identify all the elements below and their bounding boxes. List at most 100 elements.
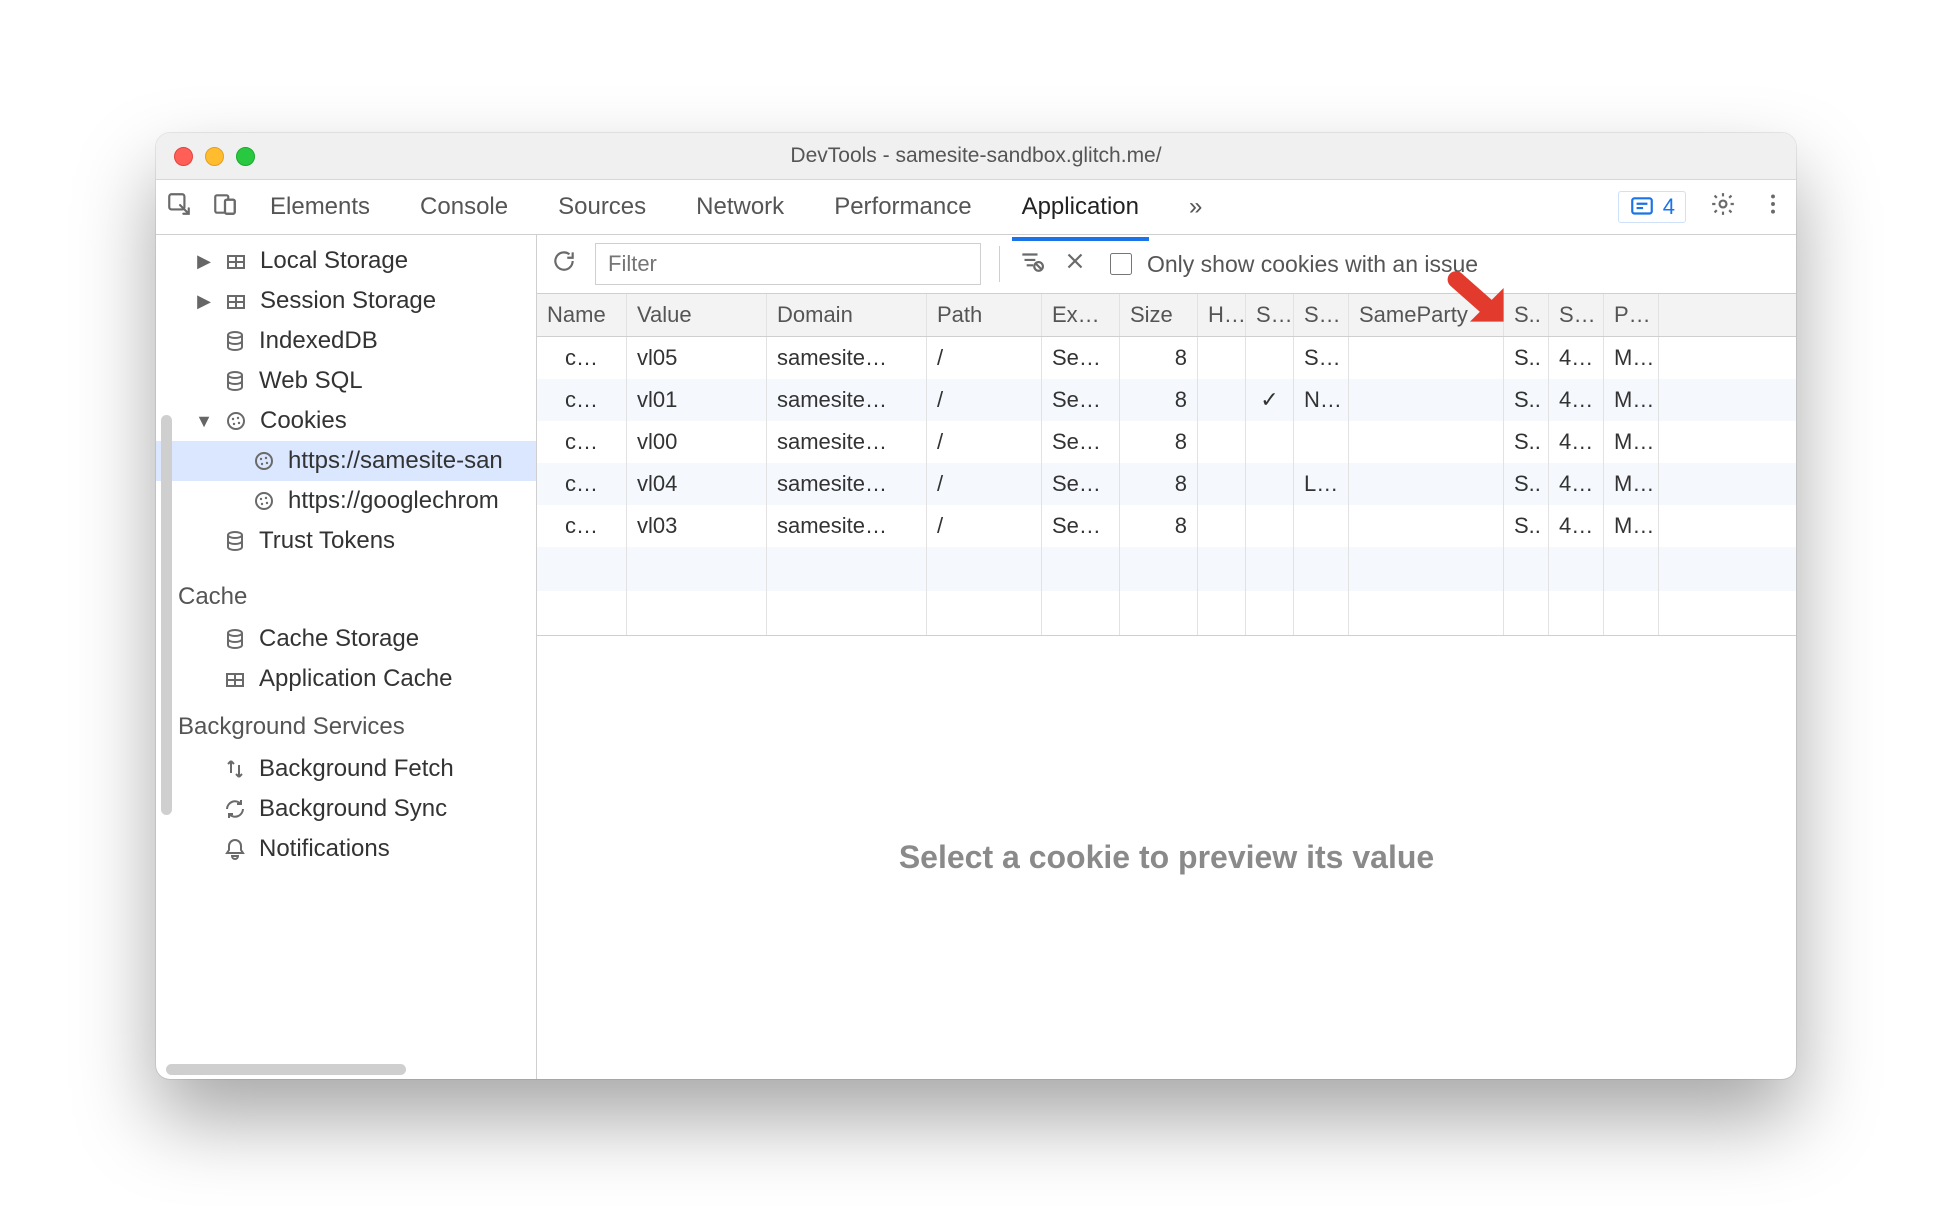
- traffic-lights: [174, 147, 255, 166]
- devtools-tabs-row: Elements Console Sources Network Perform…: [156, 180, 1796, 235]
- table-row[interactable]: c… vl04 samesite… / Se… 8 L… S.. 4… M…: [537, 463, 1796, 505]
- issues-button[interactable]: 4: [1618, 191, 1686, 223]
- only-issues-checkbox[interactable]: Only show cookies with an issue: [1106, 250, 1478, 278]
- tabs-overflow[interactable]: »: [1185, 183, 1206, 231]
- disclosure-right-icon: ▶: [196, 291, 212, 312]
- sidebar-item-label: Background Fetch: [259, 755, 454, 783]
- col-secure[interactable]: S…: [1246, 294, 1294, 336]
- database-icon: [223, 329, 247, 353]
- database-icon: [223, 529, 247, 553]
- col-domain[interactable]: Domain: [767, 294, 927, 336]
- tab-console[interactable]: Console: [416, 183, 512, 231]
- sidebar-item-trust-tokens[interactable]: Trust Tokens: [156, 521, 536, 561]
- database-icon: [223, 369, 247, 393]
- only-issues-checkbox-input[interactable]: [1110, 253, 1132, 275]
- table-row[interactable]: c… vl00 samesite… / Se… 8 S.. 4… M…: [537, 421, 1796, 463]
- sidebar-item-local-storage[interactable]: ▶ Local Storage: [156, 241, 536, 281]
- disclosure-right-icon: ▶: [196, 251, 212, 272]
- sidebar-item-label: IndexedDB: [259, 327, 378, 355]
- storage-grid-icon: [224, 249, 248, 273]
- col-samesite[interactable]: S…: [1294, 294, 1349, 336]
- mac-titlebar: DevTools - samesite-sandbox.glitch.me/: [156, 133, 1796, 180]
- sidebar-item-label: Application Cache: [259, 665, 452, 693]
- clear-filtered-icon[interactable]: [1018, 248, 1044, 280]
- settings-gear-icon[interactable]: [1710, 191, 1736, 224]
- minimize-window-button[interactable]: [205, 147, 224, 166]
- sidebar-item-label: Cache Storage: [259, 625, 419, 653]
- cookie-preview-empty: Select a cookie to preview its value: [537, 636, 1796, 1079]
- col-size[interactable]: Size: [1120, 294, 1198, 336]
- storage-grid-icon: [223, 667, 247, 691]
- col-value[interactable]: Value: [627, 294, 767, 336]
- sidebar-item-label: Trust Tokens: [259, 527, 395, 555]
- col-s1[interactable]: S..: [1504, 294, 1549, 336]
- sidebar-item-label: Cookies: [260, 407, 347, 435]
- sidebar-item-label: Notifications: [259, 835, 390, 863]
- sidebar-item-notifications[interactable]: Notifications: [156, 829, 536, 869]
- sidebar-item-label: Web SQL: [259, 367, 363, 395]
- only-issues-label: Only show cookies with an issue: [1147, 251, 1478, 278]
- sidebar-item-cookie-origin[interactable]: https://googlechrom: [156, 481, 536, 521]
- sidebar-item-label: Background Sync: [259, 795, 447, 823]
- sync-icon: [223, 797, 247, 821]
- col-s2[interactable]: S…: [1549, 294, 1604, 336]
- cookies-panel: Only show cookies with an issue Name Val…: [537, 235, 1796, 1079]
- table-row-empty: [537, 591, 1796, 635]
- sidebar-item-session-storage[interactable]: ▶ Session Storage: [156, 281, 536, 321]
- tab-elements[interactable]: Elements: [266, 183, 374, 231]
- table-row-empty: [537, 547, 1796, 591]
- sidebar-scrollbar-v[interactable]: [161, 415, 172, 815]
- issues-count: 4: [1663, 194, 1675, 220]
- sidebar-item-label: Local Storage: [260, 247, 408, 275]
- inspect-icon[interactable]: [166, 191, 192, 224]
- clear-icon[interactable]: [1062, 248, 1088, 280]
- cookies-table-header[interactable]: Name Value Domain Path Ex… Size H… S… S……: [537, 294, 1796, 337]
- sidebar-item-label: https://samesite-san: [288, 447, 503, 475]
- sidebar-item-cookie-origin[interactable]: https://samesite-san: [156, 441, 536, 481]
- col-httponly[interactable]: H…: [1198, 294, 1246, 336]
- toolbar-separator: [999, 246, 1000, 282]
- sidebar-section-bg: Background Services: [156, 699, 536, 749]
- col-priority[interactable]: P…: [1604, 294, 1659, 336]
- table-row[interactable]: c… vl01 samesite… / Se… 8 ✓ N… S.. 4… M…: [537, 379, 1796, 421]
- close-window-button[interactable]: [174, 147, 193, 166]
- tab-sources[interactable]: Sources: [554, 183, 650, 231]
- devtools-window: DevTools - samesite-sandbox.glitch.me/ E…: [156, 133, 1796, 1079]
- tab-application[interactable]: Application: [1018, 183, 1143, 231]
- sidebar-item-bg-fetch[interactable]: Background Fetch: [156, 749, 536, 789]
- col-name[interactable]: Name: [537, 294, 627, 336]
- cookies-table: Name Value Domain Path Ex… Size H… S… S……: [537, 294, 1796, 636]
- tab-performance[interactable]: Performance: [830, 183, 975, 231]
- bell-icon: [223, 837, 247, 861]
- col-expires[interactable]: Ex…: [1042, 294, 1120, 336]
- sidebar-item-bg-sync[interactable]: Background Sync: [156, 789, 536, 829]
- sidebar-scrollbar-h[interactable]: [166, 1064, 406, 1075]
- maximize-window-button[interactable]: [236, 147, 255, 166]
- tab-network[interactable]: Network: [692, 183, 788, 231]
- cookies-filter-input[interactable]: [595, 243, 981, 285]
- disclosure-down-icon: ▼: [196, 411, 212, 432]
- sidebar-item-label: https://googlechrom: [288, 487, 499, 515]
- database-icon: [223, 627, 247, 651]
- cookie-icon: [252, 489, 276, 513]
- refresh-icon[interactable]: [551, 248, 577, 280]
- device-toggle-icon[interactable]: [212, 191, 238, 224]
- devtools-tabs: Elements Console Sources Network Perform…: [266, 183, 1618, 231]
- transfer-icon: [223, 757, 247, 781]
- sidebar-item-indexeddb[interactable]: IndexedDB: [156, 321, 536, 361]
- application-sidebar: ▶ Local Storage ▶ Session Storage Indexe…: [156, 235, 537, 1079]
- sidebar-item-cache-storage[interactable]: Cache Storage: [156, 619, 536, 659]
- sidebar-item-websql[interactable]: Web SQL: [156, 361, 536, 401]
- window-title: DevTools - samesite-sandbox.glitch.me/: [156, 144, 1796, 168]
- col-path[interactable]: Path: [927, 294, 1042, 336]
- table-row[interactable]: c… vl05 samesite… / Se… 8 S… S.. 4… M…: [537, 337, 1796, 379]
- cookie-icon: [252, 449, 276, 473]
- table-row[interactable]: c… vl03 samesite… / Se… 8 S.. 4… M…: [537, 505, 1796, 547]
- sidebar-item-cookies[interactable]: ▼ Cookies: [156, 401, 536, 441]
- sidebar-item-app-cache[interactable]: Application Cache: [156, 659, 536, 699]
- kebab-menu-icon[interactable]: [1760, 191, 1786, 224]
- sidebar-item-label: Session Storage: [260, 287, 436, 315]
- sidebar-section-cache: Cache: [156, 569, 536, 619]
- col-sameparty[interactable]: SameParty: [1349, 294, 1504, 336]
- cookie-icon: [224, 409, 248, 433]
